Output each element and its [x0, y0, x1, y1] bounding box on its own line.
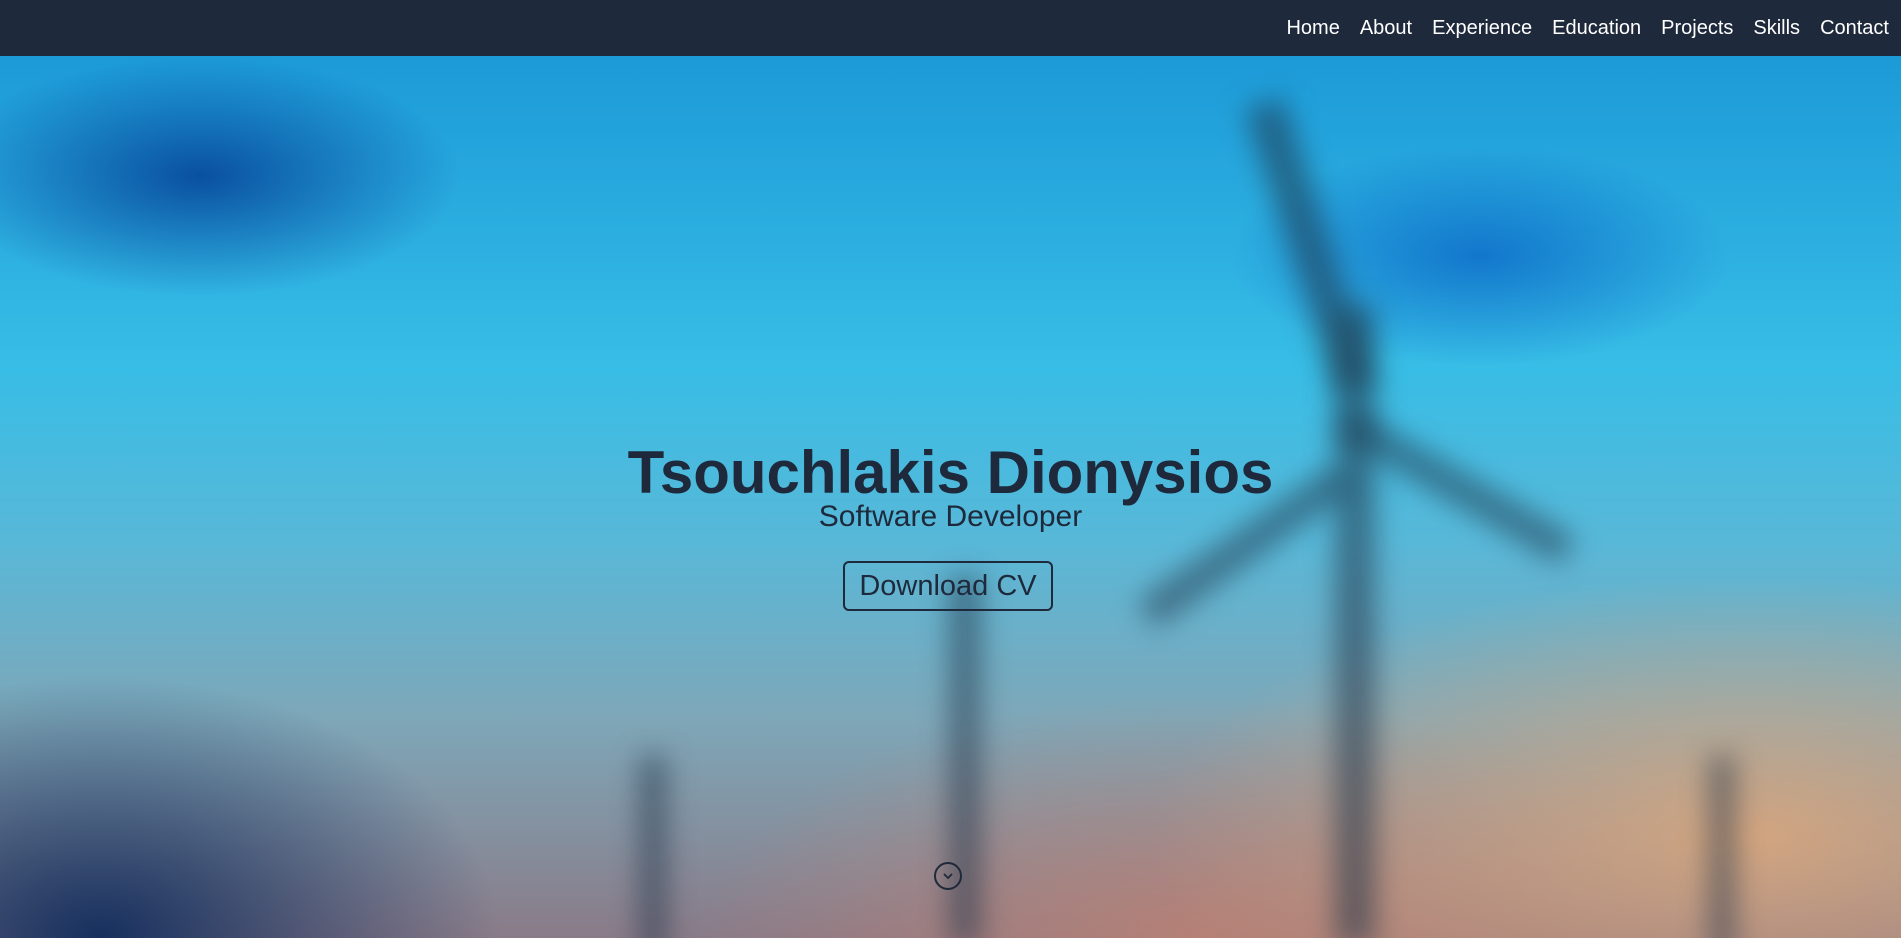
nav-menu: Home About Experience Education Projects… — [1286, 0, 1889, 56]
chevron-down-icon — [943, 873, 953, 880]
scroll-down-button[interactable] — [934, 862, 962, 890]
nav-item-experience[interactable]: Experience — [1432, 17, 1532, 40]
hero-subtitle: Software Developer — [818, 500, 1083, 533]
hero-title: Tsouchlakis Dionysios — [627, 439, 1274, 506]
nav-item-home[interactable]: Home — [1286, 17, 1339, 40]
nav-item-contact[interactable]: Contact — [1820, 17, 1889, 40]
nav-item-projects[interactable]: Projects — [1661, 17, 1733, 40]
top-navbar: Home About Experience Education Projects… — [0, 0, 1901, 56]
nav-item-education[interactable]: Education — [1552, 17, 1641, 40]
nav-item-skills[interactable]: Skills — [1753, 17, 1800, 40]
nav-item-about[interactable]: About — [1360, 17, 1412, 40]
download-cv-button[interactable]: Download CV — [843, 561, 1053, 611]
